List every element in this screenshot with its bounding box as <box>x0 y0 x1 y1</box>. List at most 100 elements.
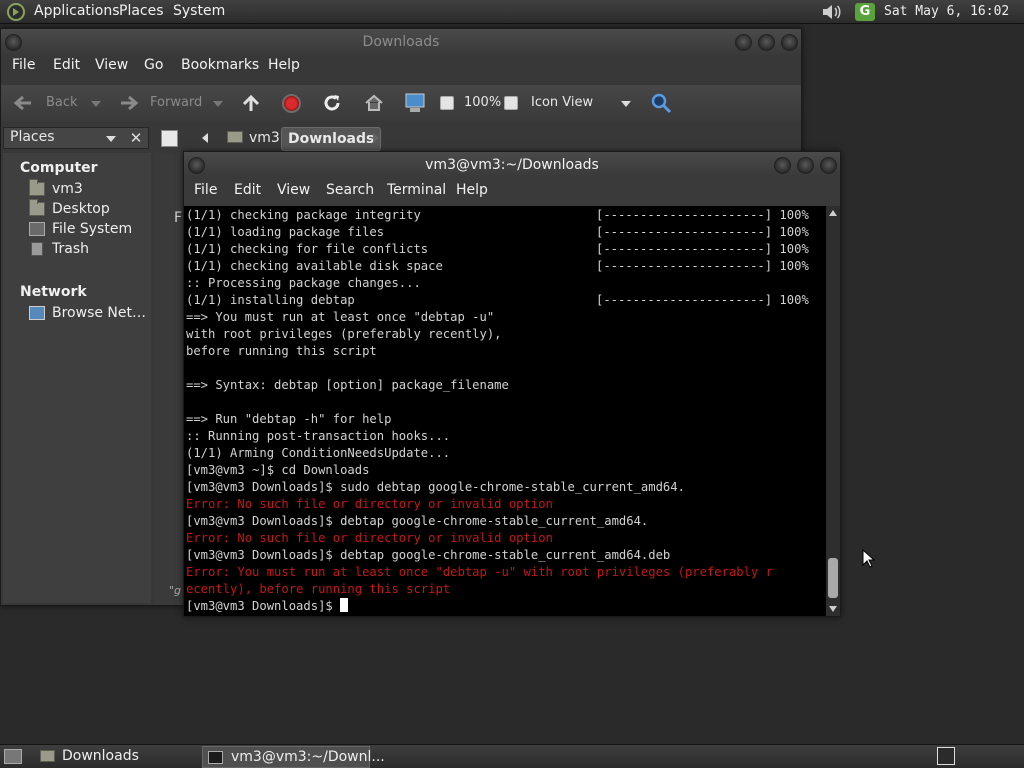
search-icon[interactable] <box>650 92 672 114</box>
show-desktop-icon[interactable] <box>4 749 22 764</box>
terminal-line-text: ==> Syntax: debtap [option] package_file… <box>186 378 509 392</box>
terminal-line: :: Running post-transaction hooks... <box>186 428 826 445</box>
minimize-button[interactable] <box>735 34 752 51</box>
progress-bar-text: [----------------------] 100% <box>596 208 809 222</box>
update-notifier-icon[interactable]: G <box>855 3 875 21</box>
path-button-vm3[interactable]: vm3 <box>221 127 286 151</box>
terminal-line: before running this script <box>186 343 826 360</box>
menu-go[interactable]: Go <box>144 57 163 73</box>
menu-file[interactable]: File <box>194 182 217 198</box>
menu-edit[interactable]: Edit <box>234 182 261 198</box>
sidebar-item-label: Browse Net… <box>52 305 147 321</box>
terminal-line-text: (1/1) checking available disk space <box>186 259 443 273</box>
close-button[interactable] <box>820 157 837 174</box>
terminal-line: (1/1) installing debtap [----------------… <box>186 292 826 309</box>
progress-bar-text: [----------------------] 100% <box>596 259 809 273</box>
terminal-line-text: (1/1) Arming ConditionNeedsUpdate... <box>186 446 451 460</box>
computer-icon[interactable] <box>404 92 426 114</box>
progress-bar-text: [----------------------] 100% <box>596 242 809 256</box>
terminal-line-text: Error: No such file or directory or inva… <box>186 531 553 545</box>
back-history-chevron-icon[interactable] <box>91 101 101 107</box>
view-mode-chevron-icon[interactable] <box>621 101 631 107</box>
distro-logo-icon[interactable] <box>7 3 25 21</box>
terminal-error-line: ecently), before running this script <box>186 581 826 598</box>
menu-view[interactable]: View <box>277 182 310 198</box>
path-bar: vm3 Downloads <box>157 127 797 151</box>
sidebar-item-label: Trash <box>52 241 89 257</box>
terminal-scrollbar[interactable] <box>826 206 840 616</box>
home-folder-icon <box>29 179 45 196</box>
sidebar: Computer vm3 Desktop File System Trash N… <box>3 153 151 603</box>
terminal-error-line: Error: You must run at least once "debta… <box>186 564 826 581</box>
terminal-line-text: Error: You must run at least once "debta… <box>186 565 773 579</box>
system-menu[interactable]: System <box>173 3 225 19</box>
terminal-error-line: Error: No such file or directory or inva… <box>186 496 826 513</box>
applications-menu[interactable]: Applications <box>34 3 120 19</box>
sidebar-item-label: vm3 <box>52 181 83 197</box>
view-mode-select[interactable]: Icon View <box>531 85 593 121</box>
terminal-line-text: ecently), before running this script <box>186 582 451 596</box>
scroll-up-arrow-icon[interactable] <box>829 210 837 216</box>
terminal-line-text: [vm3@vm3 Downloads]$ sudo debtap google-… <box>186 480 685 494</box>
terminal-line-text: with root privileges (preferably recentl… <box>186 327 502 341</box>
reload-icon[interactable] <box>322 93 342 113</box>
drive-icon <box>29 222 45 236</box>
zoom-in-icon[interactable] <box>504 96 518 110</box>
up-arrow-icon[interactable] <box>241 93 261 113</box>
menu-file[interactable]: File <box>12 57 35 73</box>
file-manager-menubar: File Edit View Go Bookmarks Help <box>1 57 801 81</box>
terminal-titlebar[interactable]: vm3@vm3:~/Downloads <box>184 152 840 178</box>
maximize-button[interactable] <box>758 34 775 51</box>
maximize-button[interactable] <box>797 157 814 174</box>
scroll-down-arrow-icon[interactable] <box>829 606 837 612</box>
home-icon[interactable] <box>364 93 384 113</box>
menu-edit[interactable]: Edit <box>53 57 80 73</box>
back-arrow-icon <box>13 95 31 111</box>
menu-terminal[interactable]: Terminal <box>387 182 446 198</box>
back-button[interactable]: Back <box>46 85 78 121</box>
clock[interactable]: Sat May 6, 16:02 <box>884 4 1009 19</box>
menu-help[interactable]: Help <box>268 57 300 73</box>
path-right-arrow-icon[interactable] <box>373 133 379 143</box>
terminal-line-text: (1/1) checking package integrity <box>186 208 421 222</box>
file-label-fragment: F <box>174 210 183 226</box>
terminal-line-text: :: Processing package changes... <box>186 276 421 290</box>
minimize-button[interactable] <box>774 157 791 174</box>
forward-button[interactable]: Forward <box>150 85 202 121</box>
task-file-manager[interactable]: Downloads <box>34 746 196 768</box>
places-menu[interactable]: Places <box>119 3 164 19</box>
path-button-downloads[interactable]: Downloads <box>281 127 382 151</box>
file-manager-titlebar[interactable]: Downloads <box>1 29 801 55</box>
progress-bar-text: [----------------------] 100% <box>596 293 809 307</box>
path-left-arrow-icon[interactable] <box>202 133 208 143</box>
zoom-out-icon[interactable] <box>440 96 454 110</box>
close-sidebar-icon[interactable]: ✕ <box>125 127 147 149</box>
close-button[interactable] <box>781 34 798 51</box>
terminal-line: [vm3@vm3 ~]$ cd Downloads <box>186 462 826 479</box>
menu-help[interactable]: Help <box>456 182 488 198</box>
terminal-line: (1/1) loading package files [------------… <box>186 224 826 241</box>
menu-view[interactable]: View <box>95 57 128 73</box>
mouse-pointer-icon <box>862 549 876 568</box>
menu-search[interactable]: Search <box>326 182 374 198</box>
terminal-cursor <box>340 598 349 612</box>
stop-icon[interactable] <box>282 94 301 113</box>
bottom-panel: Downloads vm3@vm3:~/Downl... <box>0 744 1024 768</box>
task-label: Downloads <box>62 748 139 764</box>
edit-location-icon[interactable] <box>161 130 178 147</box>
task-terminal[interactable]: vm3@vm3:~/Downl... <box>202 746 385 768</box>
terminal-lines: (1/1) checking package integrity [-------… <box>186 207 826 615</box>
terminal-line: ==> Syntax: debtap [option] package_file… <box>186 377 826 394</box>
terminal-output[interactable]: (1/1) checking package integrity [-------… <box>184 206 826 616</box>
sidebar-item-label: File System <box>52 221 133 237</box>
volume-icon[interactable] <box>821 2 843 22</box>
forward-history-chevron-icon[interactable] <box>213 101 223 107</box>
network-icon <box>29 306 45 320</box>
terminal-line-text: ==> Run "debtap -h" for help <box>186 412 392 426</box>
scrollbar-thumb[interactable] <box>828 558 838 598</box>
menu-bookmarks[interactable]: Bookmarks <box>181 57 259 73</box>
workspace-switcher-icon[interactable] <box>937 747 955 765</box>
terminal-line: [vm3@vm3 Downloads]$ <box>186 598 826 615</box>
terminal-line: :: Processing package changes... <box>186 275 826 292</box>
